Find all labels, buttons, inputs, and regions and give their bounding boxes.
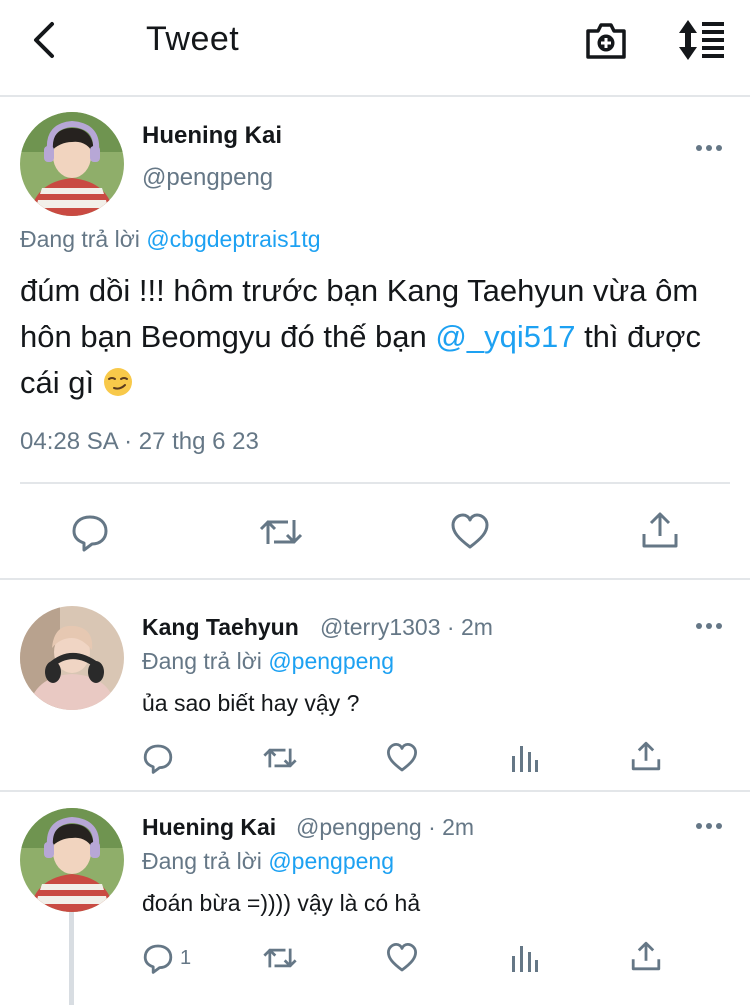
replying-mention[interactable]: @cbgdeptrais1tg: [146, 226, 320, 252]
divider: [20, 482, 730, 484]
avatar[interactable]: [20, 606, 124, 710]
share-button[interactable]: [630, 740, 662, 772]
share-icon: [631, 941, 661, 971]
replying-to: Đang trả lời @cbgdeptrais1tg: [20, 226, 321, 253]
like-icon: [387, 943, 417, 972]
divider: [0, 790, 750, 792]
smirking-face-icon: [103, 368, 132, 396]
back-arrow-icon: [34, 22, 54, 58]
more-button[interactable]: [694, 816, 724, 836]
reply-icon: [143, 744, 173, 774]
more-button[interactable]: [694, 616, 724, 636]
reply-text: đoán bừa =)))) vậy là có hả: [142, 890, 421, 916]
like-icon: [387, 743, 417, 772]
sort-button[interactable]: [676, 18, 726, 62]
replying-mention[interactable]: @pengpeng: [268, 648, 394, 674]
retweet-icon: [263, 948, 297, 968]
page-title: Tweet: [146, 20, 240, 58]
reply-time: · 2m: [446, 614, 493, 640]
retweet-button[interactable]: [262, 742, 298, 774]
author-name[interactable]: Huening Kai: [142, 122, 282, 150]
more-icon: [696, 623, 722, 629]
like-button[interactable]: [386, 942, 418, 974]
thread-line: [69, 912, 74, 1005]
sort-icon: [679, 20, 724, 60]
share-button[interactable]: [640, 510, 680, 550]
reply-icon: [143, 944, 173, 974]
top-bar: Tweet: [0, 0, 750, 97]
more-icon: [696, 145, 722, 151]
reply-button[interactable]: 1: [142, 942, 191, 974]
retweet-icon: [263, 748, 297, 768]
reply-handle-text: @pengpeng: [296, 814, 422, 840]
retweet-icon: [259, 520, 303, 544]
camera-button[interactable]: [584, 18, 628, 62]
tweet-text: đúm dồi !!! hôm trước bạn Kang Taehyun v…: [20, 268, 745, 406]
reply-count: 1: [180, 946, 192, 969]
replying-mention[interactable]: @pengpeng: [268, 848, 394, 874]
like-icon: [451, 513, 489, 549]
analytics-icon: [512, 746, 538, 772]
reply-time: · 2m: [428, 814, 475, 840]
reply-handle-text: @terry1303: [320, 614, 441, 640]
analytics-icon: [512, 946, 538, 972]
like-button[interactable]: [450, 512, 490, 552]
avatar[interactable]: [20, 112, 124, 216]
analytics-button[interactable]: [510, 742, 538, 774]
replying-to: Đang trả lời @pengpeng: [142, 648, 394, 675]
reply-text: ủa sao biết hay vậy ?: [142, 690, 360, 716]
reply-icon: [72, 515, 108, 552]
like-button[interactable]: [386, 742, 418, 774]
divider: [0, 578, 750, 580]
replying-label: Đang trả lời: [142, 848, 262, 874]
replying-to: Đang trả lời @pengpeng: [142, 848, 394, 875]
share-button[interactable]: [630, 940, 662, 972]
replying-label: Đang trả lời: [142, 648, 262, 674]
reply-author-name[interactable]: Huening Kai: [142, 814, 276, 841]
retweet-button[interactable]: [262, 942, 298, 974]
retweet-button[interactable]: [258, 512, 304, 552]
tweet-mention[interactable]: @_yqi517: [435, 319, 575, 354]
back-button[interactable]: [26, 18, 66, 62]
more-icon: [696, 823, 722, 829]
camera-plus-icon: [586, 23, 626, 59]
avatar[interactable]: [20, 808, 124, 912]
share-icon: [642, 512, 678, 548]
reply-button[interactable]: [142, 742, 180, 774]
tweet-timestamp: 04:28 SA · 27 thg 6 23: [20, 428, 259, 455]
replying-label: Đang trả lời: [20, 226, 140, 252]
author-handle[interactable]: @pengpeng: [142, 164, 273, 192]
analytics-button[interactable]: [510, 942, 538, 974]
more-button[interactable]: [694, 138, 724, 158]
reply-author-handle[interactable]: @terry1303 · 2m: [320, 614, 493, 641]
reply-author-name[interactable]: Kang Taehyun: [142, 614, 299, 641]
reply-button[interactable]: [70, 512, 110, 552]
reply-author-handle[interactable]: @pengpeng · 2m: [296, 814, 474, 841]
share-icon: [631, 741, 661, 771]
